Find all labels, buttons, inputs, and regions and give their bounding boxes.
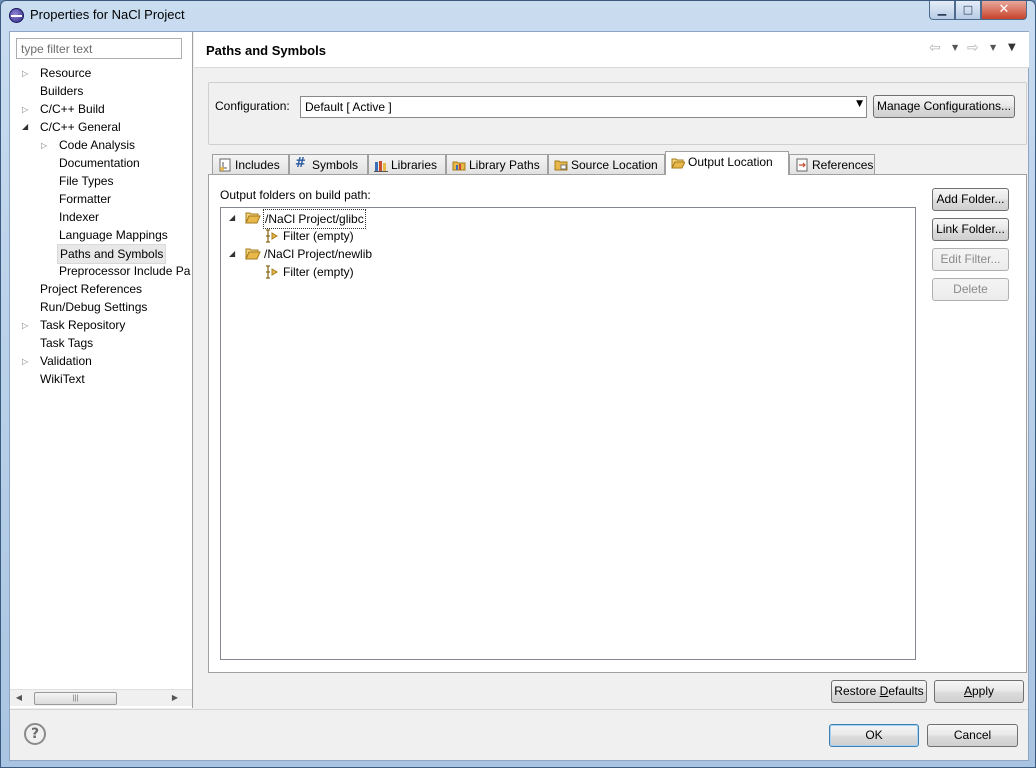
filter-label: Filter (empty)	[283, 229, 354, 243]
library-paths-icon	[452, 161, 466, 171]
cancel-button[interactable]: Cancel	[927, 724, 1018, 747]
tab-source-location[interactable]: Source Location	[548, 154, 665, 175]
tab-symbols[interactable]: # Symbols	[289, 154, 368, 175]
title-bar[interactable]: Properties for NaCl Project ▁ □ ✕	[1, 1, 1035, 29]
tab-label: Libraries	[391, 158, 438, 172]
configuration-value: Default [ Active ]	[305, 100, 392, 114]
dialog-client-area: ▷ Resource Builders ▷ C/C++ Build ◢ C/C+…	[9, 31, 1029, 761]
close-icon: ✕	[998, 2, 1010, 17]
maximize-button[interactable]: □	[955, 1, 981, 20]
delete-button[interactable]: Delete	[932, 278, 1009, 301]
tree-item-label: Validation	[40, 354, 92, 368]
tree-item-label: Task Repository	[40, 318, 126, 332]
references-icon	[796, 158, 808, 172]
add-folder-button[interactable]: Add Folder...	[932, 188, 1009, 211]
tree-item-label: Paths and Symbols	[57, 244, 167, 264]
tree-item-label: Formatter	[59, 192, 112, 206]
divider	[10, 709, 1028, 710]
open-folder-icon	[245, 248, 261, 260]
tab-references[interactable]: References	[789, 154, 875, 175]
tree-item-label: Indexer	[59, 210, 100, 224]
edit-filter-button[interactable]: Edit Filter...	[932, 248, 1009, 271]
properties-dialog: Properties for NaCl Project ▁ □ ✕ ▷ Reso…	[0, 0, 1036, 768]
tree-item-label: Task Tags	[40, 336, 94, 350]
eclipse-icon	[9, 8, 24, 23]
tab-label: References	[812, 158, 874, 172]
properties-page: Paths and Symbols ⇦ ▼ ⇨ ▼ ▼ Configuratio…	[194, 32, 1029, 708]
configuration-select[interactable]: Default [ Active ] ▼	[300, 96, 867, 118]
output-folder-icon	[671, 158, 685, 169]
window-title: Properties for NaCl Project	[30, 7, 185, 22]
tab-includes[interactable]: Includes	[212, 154, 289, 175]
tab-label: Symbols	[312, 158, 359, 172]
restore-defaults-button[interactable]: Restore Defaults	[831, 680, 927, 703]
minimize-button[interactable]: ▁	[929, 1, 955, 20]
scroll-right-icon[interactable]: ▶	[168, 690, 182, 706]
page-title: Paths and Symbols	[206, 43, 326, 58]
tab-library-paths[interactable]: Library Paths	[446, 154, 548, 175]
tree-item-label: Resource	[40, 66, 92, 80]
apply-button[interactable]: Apply	[934, 680, 1024, 703]
source-folder-icon	[554, 160, 568, 171]
tree-item-label: Documentation	[59, 156, 140, 170]
output-folders-tree[interactable]: ◢ /NaCl Project/glibc Filter (empty) ◢ /…	[220, 207, 916, 660]
expand-arrow-icon[interactable]: ▷	[41, 142, 49, 150]
tab-label: Source Location	[571, 158, 658, 172]
scrollbar-thumb[interactable]: |||	[34, 692, 117, 705]
tab-label: Library Paths	[469, 158, 540, 172]
open-folder-icon	[245, 212, 261, 224]
filter-label: Filter (empty)	[283, 265, 354, 279]
link-folder-button[interactable]: Link Folder...	[932, 218, 1009, 241]
hash-icon: #	[295, 156, 306, 171]
output-folders-label: Output folders on build path:	[220, 188, 371, 202]
tab-label: Output Location	[688, 155, 773, 169]
configuration-label: Configuration:	[215, 99, 290, 113]
dropdown-arrow-icon: ▼	[856, 99, 863, 109]
tree-item-label: Code Analysis	[59, 138, 136, 152]
folder-path: /NaCl Project/glibc	[263, 209, 366, 229]
forward-arrow-icon[interactable]: ⇨	[967, 40, 979, 56]
tab-label: Includes	[235, 158, 280, 172]
collapse-arrow-icon[interactable]: ◢	[22, 123, 30, 131]
expand-arrow-icon[interactable]: ▷	[22, 358, 30, 366]
tree-item-label: WikiText	[40, 372, 85, 386]
page-header: Paths and Symbols ⇦ ▼ ⇨ ▼ ▼	[194, 32, 1029, 68]
view-menu-icon[interactable]: ▼	[1008, 42, 1016, 53]
tree-item-label: File Types	[59, 174, 114, 188]
expand-arrow-icon[interactable]: ▷	[22, 70, 30, 78]
tree-item-label: C/C++ Build	[40, 102, 105, 116]
tree-item-label: Preprocessor Include Pa	[59, 264, 191, 278]
scroll-left-icon[interactable]: ◀	[12, 690, 26, 706]
filter-input[interactable]	[16, 38, 182, 59]
maximize-icon: □	[962, 3, 974, 16]
filter-icon	[266, 229, 278, 243]
horizontal-scrollbar[interactable]: ◀ ||| ▶	[10, 689, 192, 706]
close-button[interactable]: ✕	[981, 1, 1027, 20]
tree-item-label: C/C++ General	[40, 120, 121, 134]
navigation-pane: ▷ Resource Builders ▷ C/C++ Build ◢ C/C+…	[10, 32, 193, 708]
tab-output-location[interactable]: Output Location	[665, 151, 789, 175]
ok-button[interactable]: OK	[829, 724, 919, 747]
tree-item-label: Builders	[40, 84, 84, 98]
minimize-icon: ▁	[937, 3, 947, 16]
folder-path: /NaCl Project/newlib	[264, 247, 373, 261]
tree-item-label: Run/Debug Settings	[40, 300, 148, 314]
tree-item-label: Project References	[40, 282, 143, 296]
back-menu-icon[interactable]: ▼	[952, 43, 958, 52]
tree-item-label: Language Mappings	[59, 228, 168, 242]
configuration-group: Configuration: Default [ Active ] ▼ Mana…	[208, 82, 1027, 145]
filter-icon	[266, 265, 278, 279]
forward-menu-icon[interactable]: ▼	[990, 43, 996, 52]
back-arrow-icon[interactable]: ⇦	[929, 40, 941, 56]
manage-configurations-button[interactable]: Manage Configurations...	[873, 95, 1015, 118]
collapse-arrow-icon[interactable]: ◢	[229, 214, 237, 222]
includes-icon	[219, 158, 231, 172]
expand-arrow-icon[interactable]: ▷	[22, 322, 30, 330]
collapse-arrow-icon[interactable]: ◢	[229, 250, 237, 258]
tab-libraries[interactable]: Libraries	[368, 154, 446, 175]
libraries-icon	[374, 161, 388, 172]
expand-arrow-icon[interactable]: ▷	[22, 106, 30, 114]
help-icon[interactable]: ?	[24, 723, 46, 745]
